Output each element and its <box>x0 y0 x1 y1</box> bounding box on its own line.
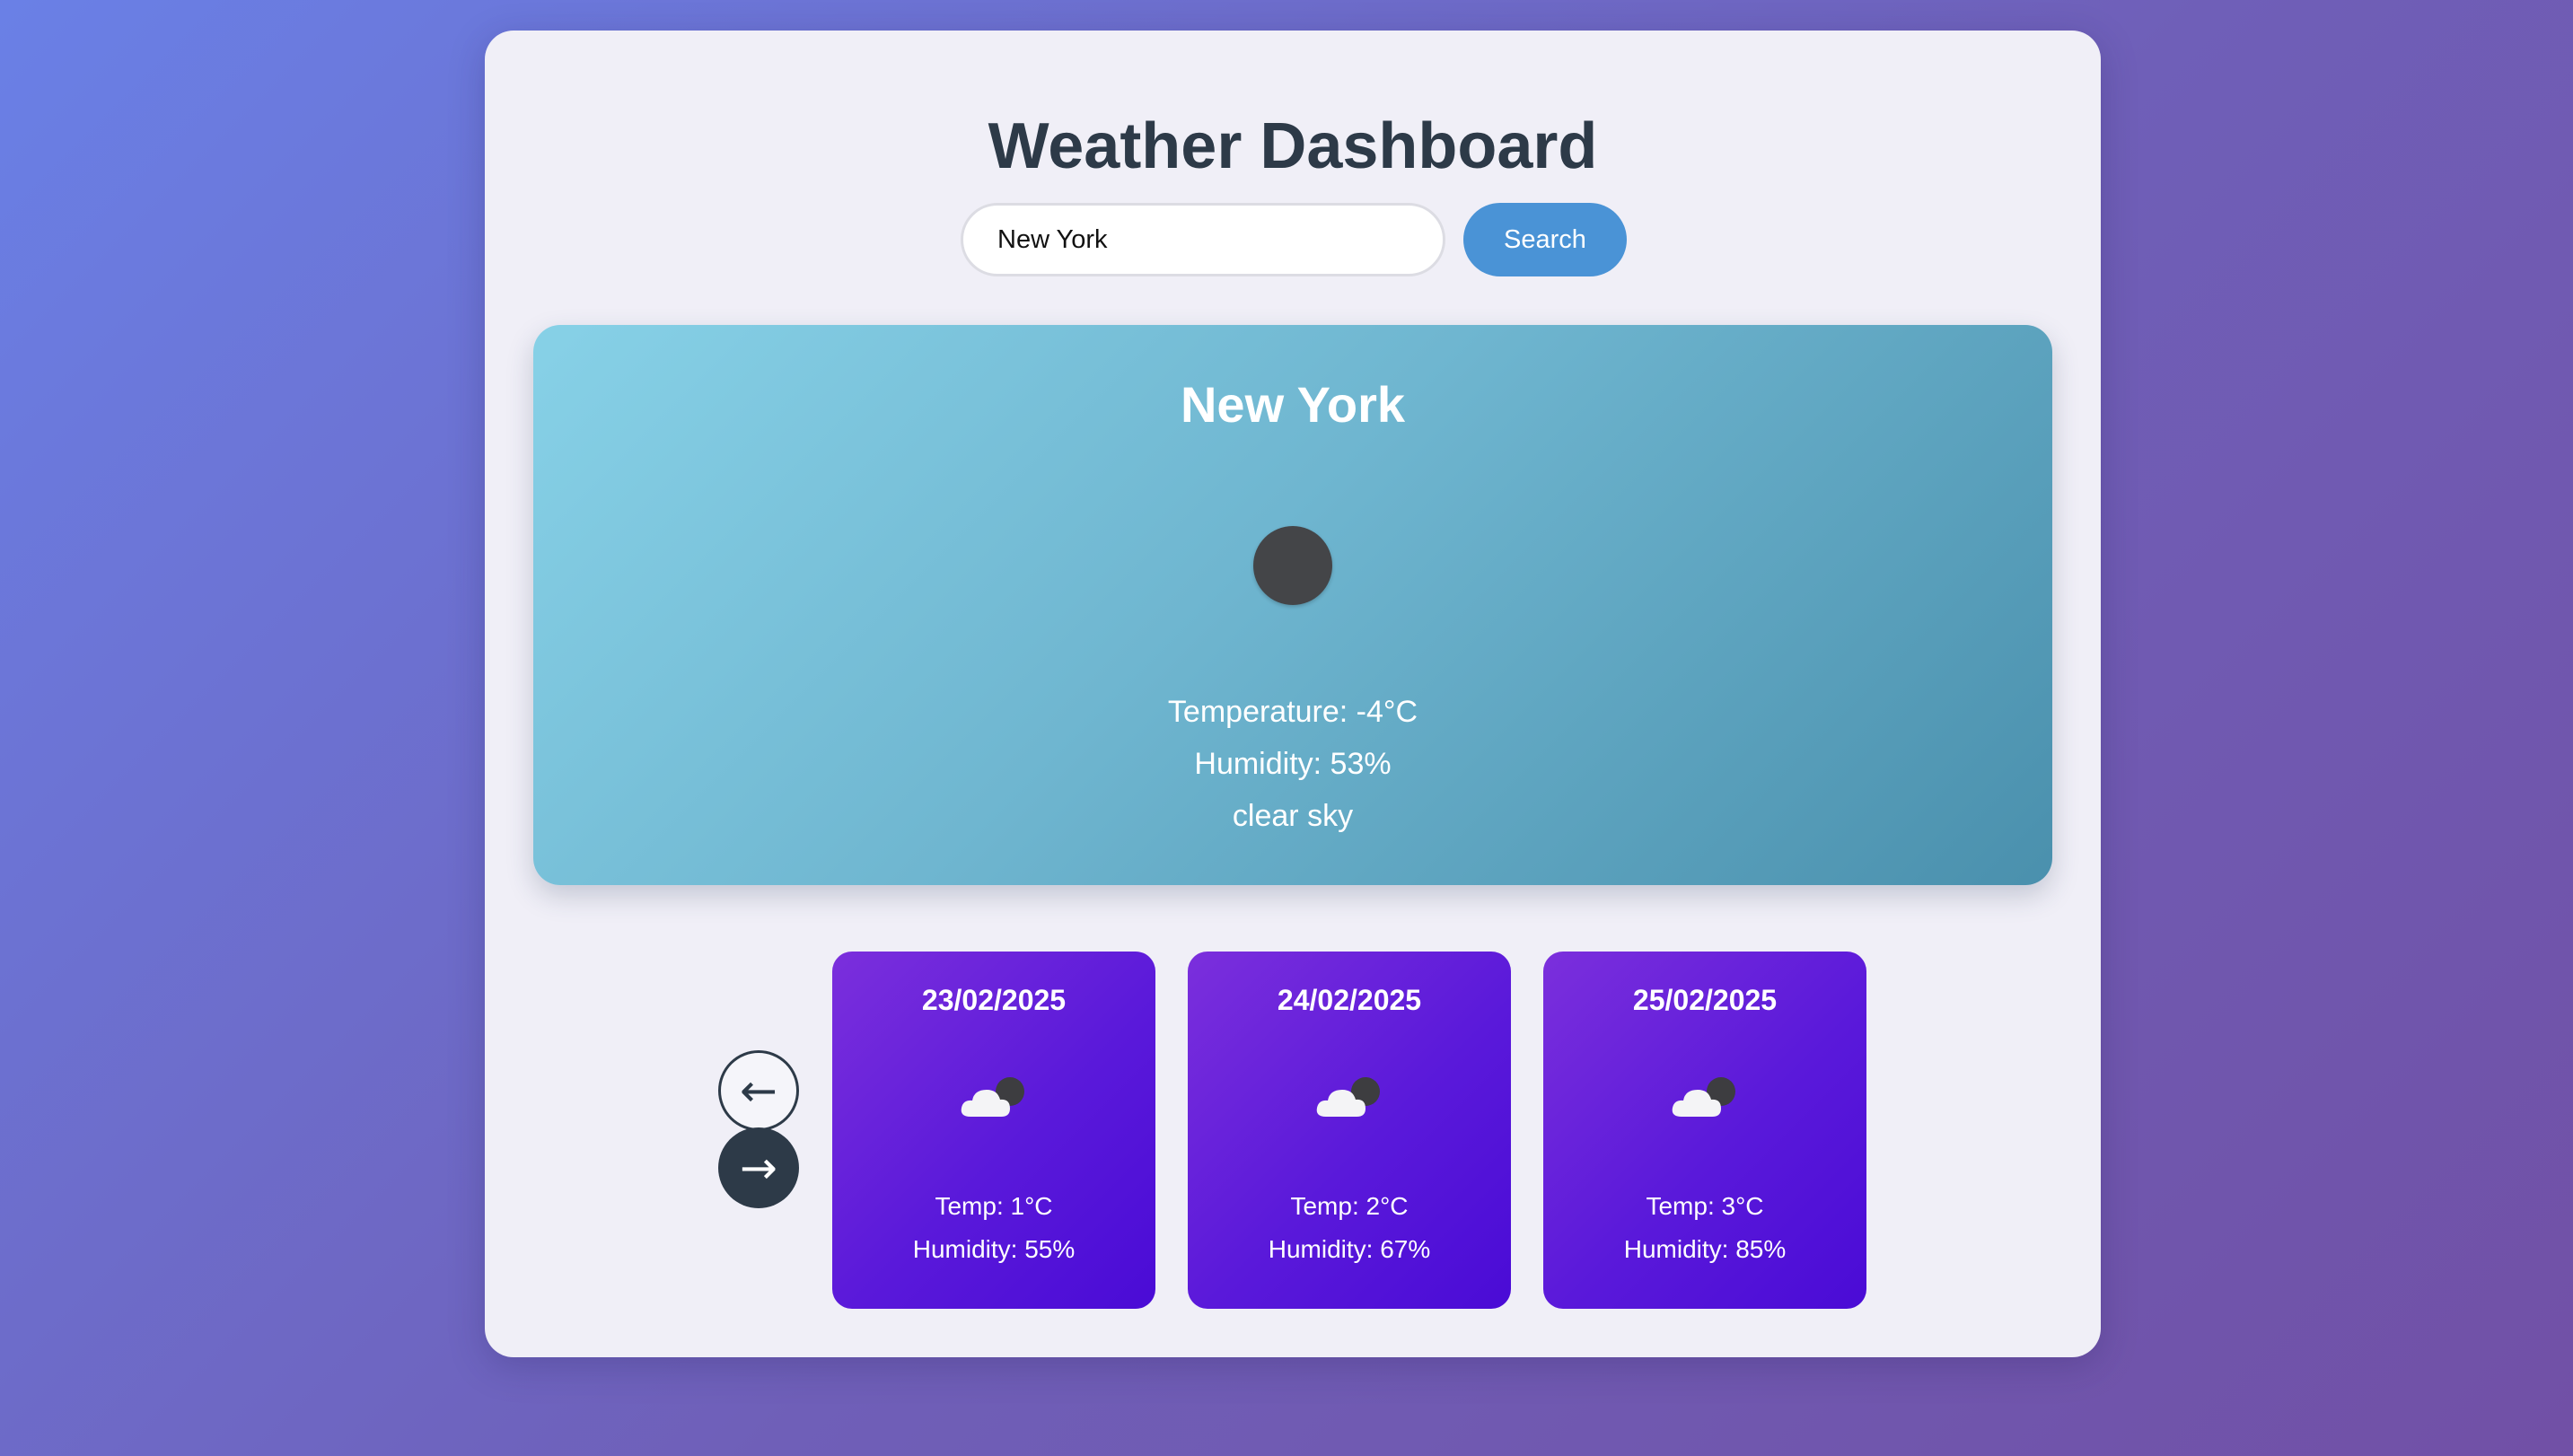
forecast-temperature: Temp: 2°C <box>1290 1192 1409 1220</box>
search-input[interactable] <box>961 203 1445 276</box>
current-weather-card: New York Temperature: -4°C Humidity: 53%… <box>533 325 2052 885</box>
forecast-card: 25/02/2025 Temp: 3°C Humidity: 85% <box>1543 952 1866 1309</box>
next-button[interactable]: → <box>718 1127 799 1208</box>
previous-button[interactable]: ← <box>718 1050 799 1131</box>
current-humidity: Humidity: 53% <box>1194 747 1392 781</box>
forecast-humidity: Humidity: 55% <box>912 1235 1076 1263</box>
forecast-date: 24/02/2025 <box>1277 984 1422 1016</box>
forecast-date: 25/02/2025 <box>1632 984 1778 1016</box>
dashboard-panel: Weather Dashboard Search New York Temper… <box>485 31 2101 1357</box>
partly-cloudy-icon <box>961 1077 1024 1117</box>
forecast-date: 23/02/2025 <box>921 984 1067 1016</box>
forecast-humidity: Humidity: 85% <box>1623 1235 1787 1263</box>
forecast-card: 24/02/2025 Temp: 2°C Humidity: 67% <box>1188 952 1511 1309</box>
forecast-humidity: Humidity: 67% <box>1268 1235 1431 1263</box>
page-title: Weather Dashboard <box>988 110 1598 182</box>
forecast-temperature: Temp: 3°C <box>1646 1192 1764 1220</box>
forecast-temperature: Temp: 1°C <box>935 1192 1053 1220</box>
current-temperature: Temperature: -4°C <box>1167 695 1418 729</box>
forecast-card: 23/02/2025 Temp: 1°C Humidity: 55% <box>832 952 1155 1309</box>
forecast-carousel: ← → 23/02/2025 Temp: 1°C Humidity: 55% 2… <box>485 952 2101 1311</box>
city-name: New York <box>1180 376 1406 433</box>
partly-cloudy-icon <box>1672 1077 1735 1117</box>
current-weather-details: Temperature: -4°C Humidity: 53% clear sk… <box>533 686 2052 842</box>
partly-cloudy-icon <box>1316 1077 1380 1117</box>
search-bar: Search <box>961 203 1627 276</box>
current-description: clear sky <box>1232 799 1354 833</box>
search-button[interactable]: Search <box>1463 203 1627 276</box>
moon-icon <box>1253 526 1332 605</box>
